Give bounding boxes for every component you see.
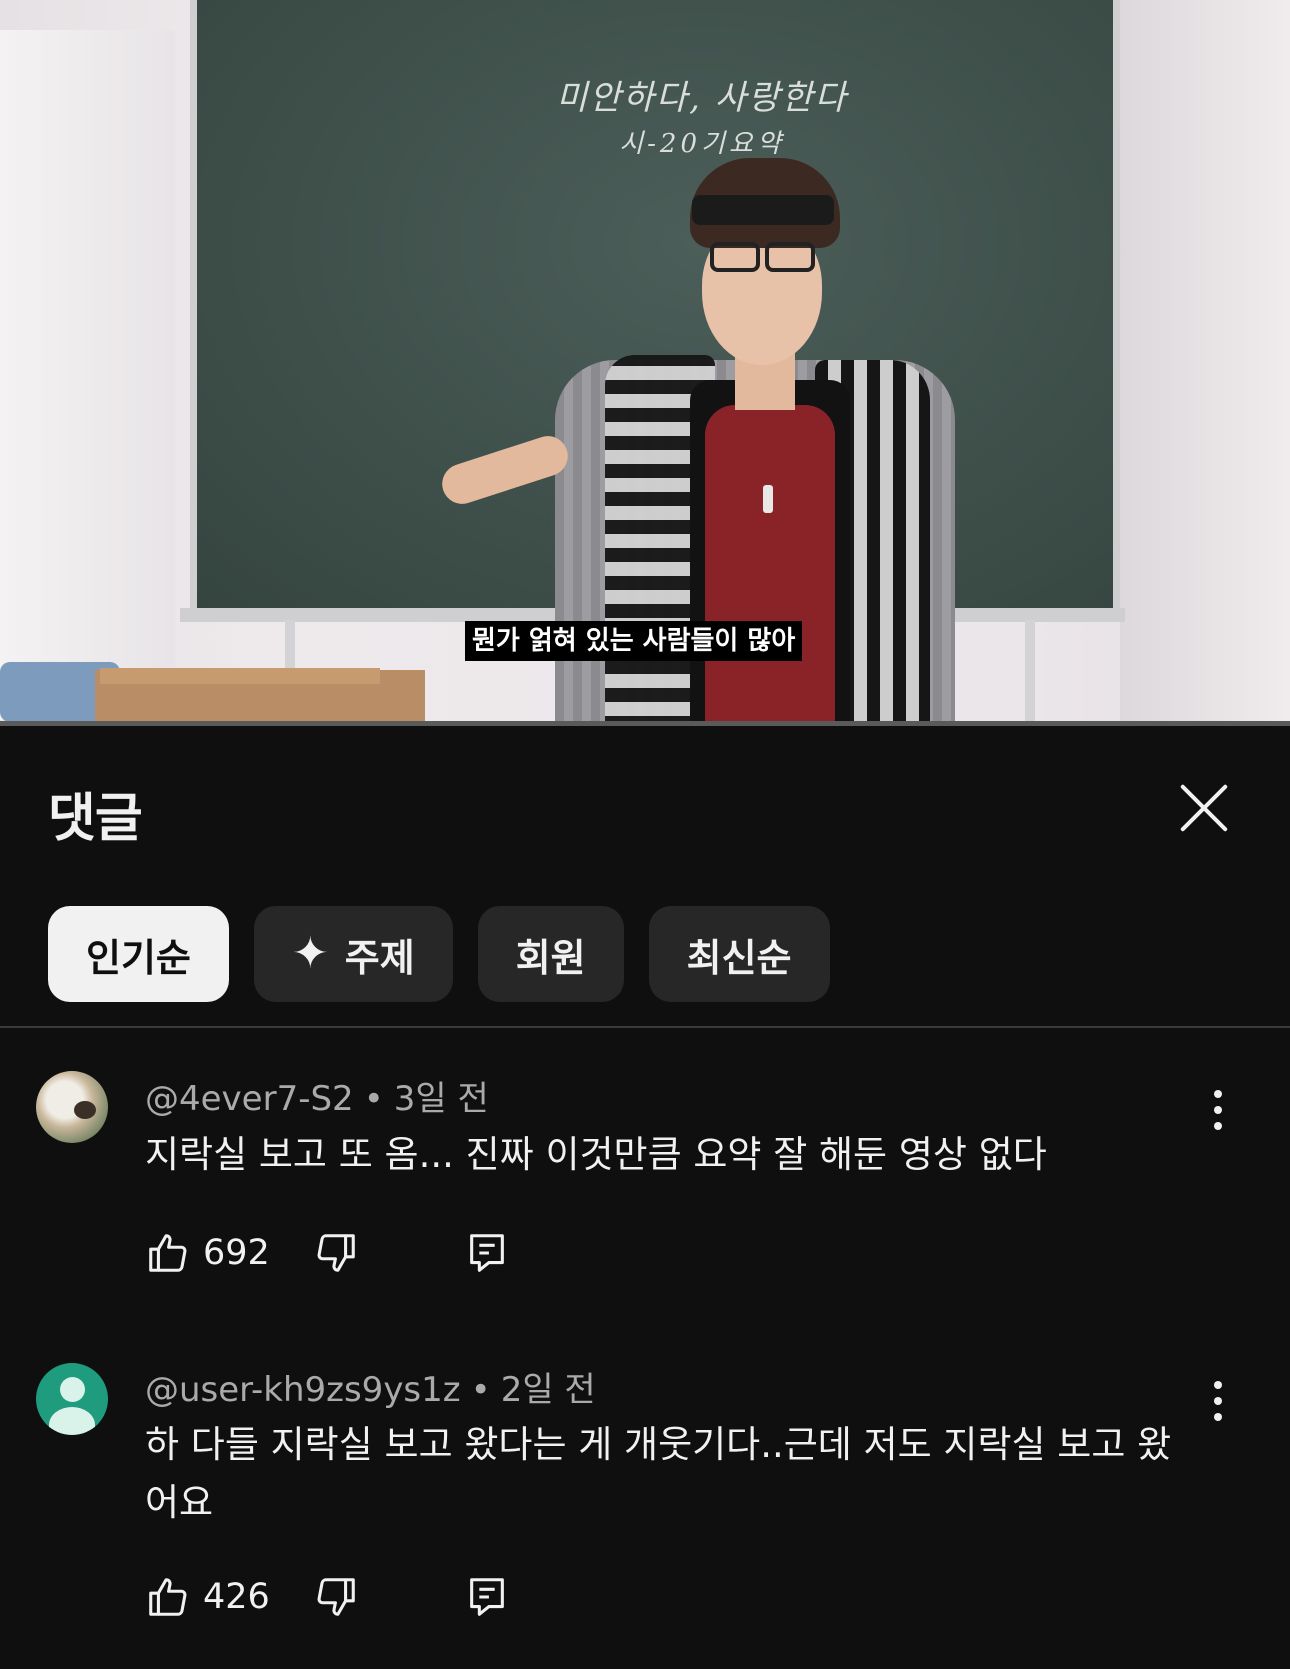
comment-meta: @4ever7-S2 • 3일 전 [145, 1071, 489, 1120]
avatar-head [60, 1377, 85, 1402]
video-player[interactable]: 미안하다, 사랑한다 시-20기요약 뭔가 얽혀 있는 사람들이 많아 [0, 0, 1290, 726]
presenter-hand [437, 430, 573, 510]
more-options-icon[interactable] [1200, 1088, 1236, 1132]
board-writing: 미안하다, 사랑한다 시-20기요약 [542, 70, 862, 160]
presenter-necklace [763, 485, 773, 513]
comment-actions: 692 [145, 1228, 510, 1278]
sort-chips: 인기순 ✦ 주제 회원 최신순 [48, 906, 830, 1002]
chip-label: 최신순 [686, 935, 792, 980]
more-options-icon[interactable] [1200, 1379, 1236, 1423]
divider [0, 1026, 1290, 1028]
comment-meta: @user-kh9zs9ys1z • 2일 전 [145, 1362, 596, 1411]
chip-label: 인기순 [86, 935, 191, 980]
comment-author[interactable]: @4ever7-S2 [145, 1079, 354, 1119]
presenter-glasses-left [710, 242, 760, 272]
chip-label: 회원 [515, 935, 586, 980]
chip-members[interactable]: 회원 [477, 906, 624, 1002]
dislike-icon[interactable] [313, 1574, 359, 1620]
like-icon[interactable] [145, 1574, 191, 1620]
comment-text: 지락실 보고 또 옴... 진짜 이것만큼 요약 잘 해둔 영상 없다 [145, 1133, 1047, 1176]
dislike-icon[interactable] [313, 1230, 359, 1276]
comment-actions: 426 [145, 1572, 510, 1622]
like-count: 692 [203, 1233, 270, 1273]
wall-right [1120, 0, 1290, 726]
wall-left [0, 30, 175, 720]
default-avatar-icon[interactable] [36, 1363, 108, 1435]
comment-author[interactable]: @user-kh9zs9ys1z [145, 1370, 461, 1410]
like-count: 426 [203, 1577, 270, 1617]
video-subtitle: 뭔가 얽혀 있는 사람들이 많아 [465, 621, 803, 661]
reply-icon[interactable] [464, 1574, 510, 1620]
chip-label: 주제 [344, 935, 415, 980]
meta-dot: • [470, 1370, 491, 1410]
comments-panel: 댓글 인기순 ✦ 주제 회원 최신순 @4ever7-S2 • 3일 전 지락실 보… [0, 726, 1290, 1669]
comment-text: 하 다들 지락실 보고 왔다는 게 개웃기다..근데 저도 지락실 보고 왔어요 [145, 1423, 1172, 1524]
sparkle-icon: ✦ [291, 928, 329, 979]
easel-leg [1025, 620, 1035, 726]
comment-time: 3일 전 [393, 1079, 489, 1119]
chip-newest[interactable]: 최신순 [648, 906, 830, 1002]
board-line-1: 미안하다, 사랑한다 [556, 78, 848, 118]
avatar[interactable] [36, 1071, 108, 1143]
panel-title: 댓글 [48, 789, 143, 849]
like-icon[interactable] [145, 1230, 191, 1276]
chip-popular[interactable]: 인기순 [48, 906, 229, 1002]
avatar-body [49, 1407, 95, 1435]
reply-icon[interactable] [464, 1230, 510, 1276]
close-icon[interactable] [1178, 782, 1230, 834]
presenter-glasses-right [765, 242, 815, 272]
meta-dot: • [363, 1079, 384, 1119]
comment-time: 2일 전 [500, 1370, 596, 1410]
presenter-red-top [705, 405, 835, 726]
presenter-headband [692, 195, 834, 225]
desk-top [100, 668, 380, 684]
chip-topic[interactable]: ✦ 주제 [253, 906, 453, 1002]
